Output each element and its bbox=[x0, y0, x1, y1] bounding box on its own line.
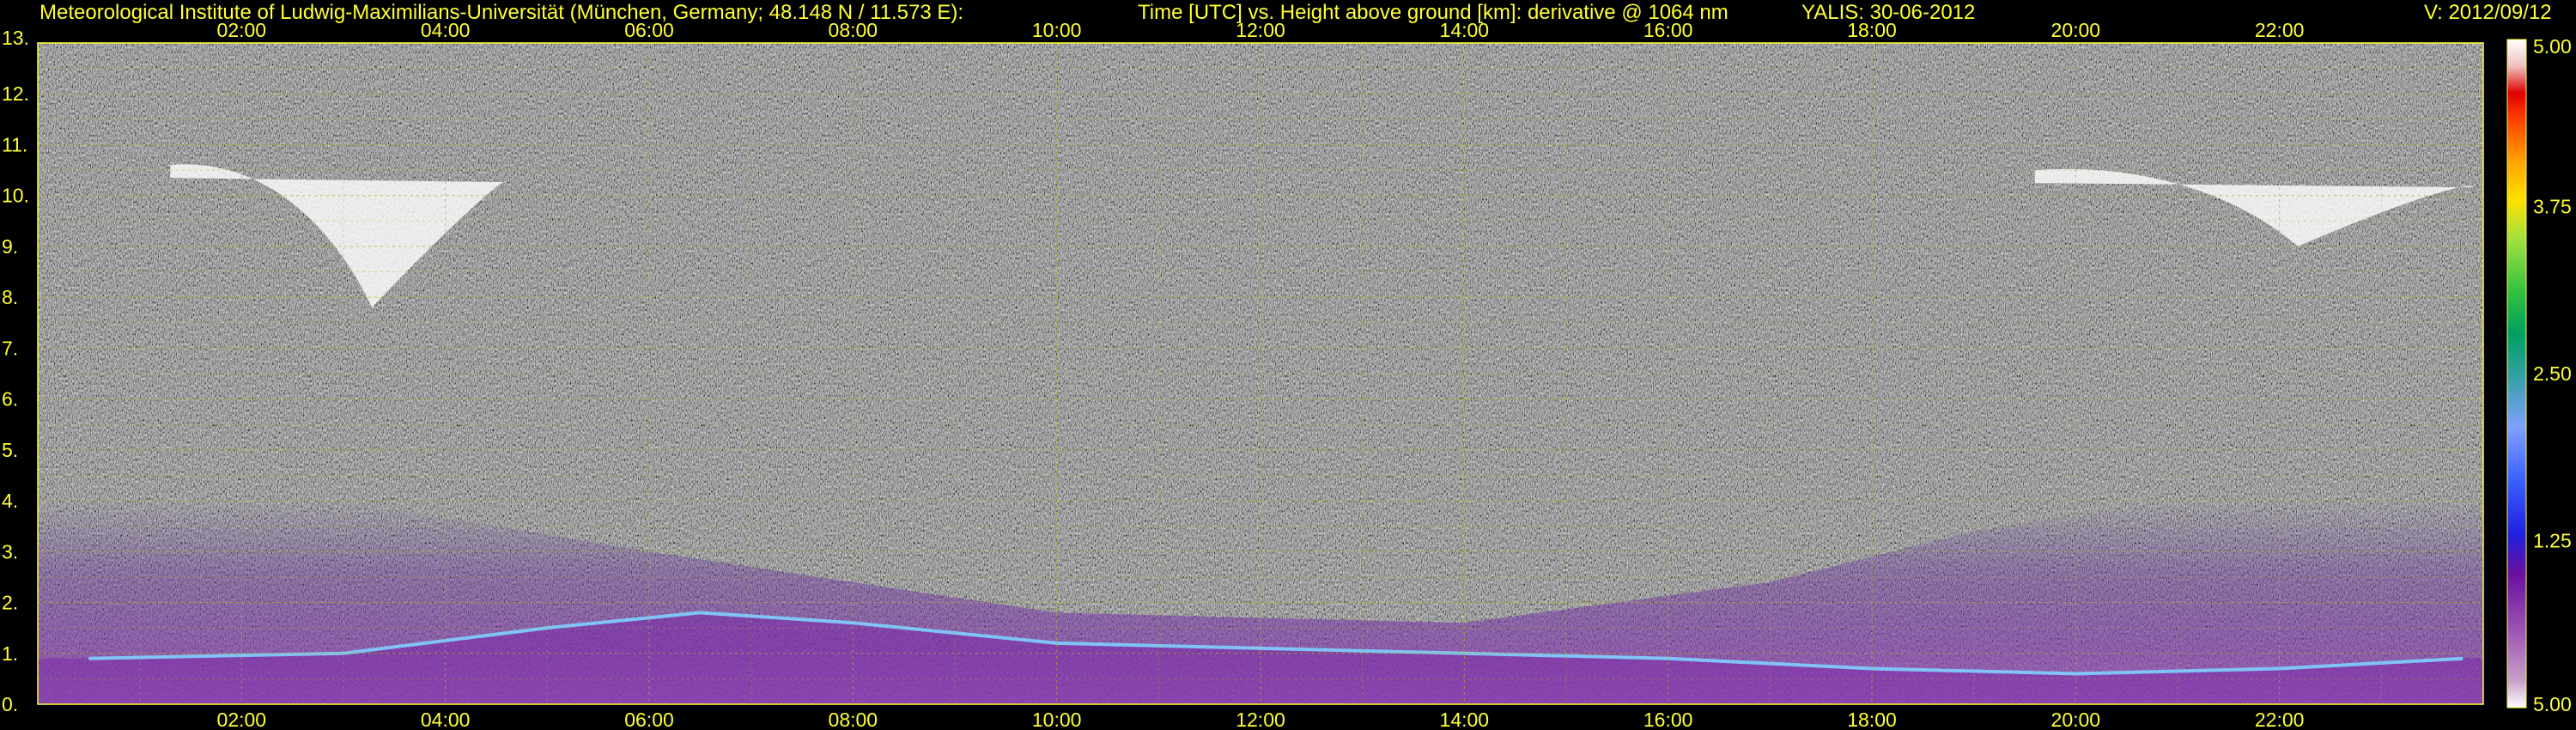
plot-area bbox=[38, 43, 2483, 704]
y-tick-label: 0. bbox=[2, 693, 18, 715]
x-tick-label-top: 18:00 bbox=[1847, 19, 1897, 41]
colorbar-tick-label: 2.50 bbox=[2533, 362, 2572, 385]
y-tick-label: 2. bbox=[2, 592, 18, 614]
x-tick-label-top: 22:00 bbox=[2255, 19, 2305, 41]
x-tick-label-bottom: 14:00 bbox=[1440, 709, 1490, 730]
y-tick-label: 10. bbox=[2, 185, 29, 207]
x-tick-label-bottom: 08:00 bbox=[829, 709, 878, 730]
x-tick-label-bottom: 18:00 bbox=[1847, 709, 1897, 730]
x-axis-bottom: 02:00 04:00 06:00 08:00 10:00 12:00 14:00 16:00… bbox=[217, 709, 2305, 730]
colorbar-tick-label: 3.75 bbox=[2533, 196, 2572, 218]
x-tick-label-bottom: 04:00 bbox=[421, 709, 471, 730]
x-tick-label-bottom: 10:00 bbox=[1032, 709, 1082, 730]
x-axis-top: 02:00 04:00 06:00 08:00 10:00 12:00 14:00 16:00… bbox=[217, 19, 2305, 41]
y-tick-label: 5. bbox=[2, 439, 18, 461]
colorbar-tick-label: 1.25 bbox=[2533, 530, 2572, 552]
y-tick-label: 7. bbox=[2, 337, 18, 359]
x-tick-label-top: 06:00 bbox=[624, 19, 674, 41]
colorbar-tick-label: 5.00 bbox=[2533, 35, 2572, 58]
x-tick-label-top: 04:00 bbox=[421, 19, 471, 41]
colorbar-scale bbox=[2506, 39, 2527, 709]
colorbar: 5.00 3.75 2.50 1.25 5.00 bbox=[2506, 35, 2572, 715]
x-tick-label-top: 10:00 bbox=[1032, 19, 1082, 41]
y-tick-label: 8. bbox=[2, 286, 18, 308]
x-tick-label-bottom: 12:00 bbox=[1236, 709, 1285, 730]
colorbar-ticks: 5.00 3.75 2.50 1.25 5.00 bbox=[2533, 35, 2572, 715]
x-tick-label-bottom: 20:00 bbox=[2051, 709, 2101, 730]
x-tick-label-top: 14:00 bbox=[1440, 19, 1490, 41]
x-tick-label-bottom: 16:00 bbox=[1643, 709, 1693, 730]
y-tick-label: 6. bbox=[2, 388, 18, 411]
y-tick-label: 1. bbox=[2, 642, 18, 665]
x-tick-label-top: 08:00 bbox=[829, 19, 878, 41]
colorbar-tick-label: 5.00 bbox=[2533, 693, 2572, 715]
x-tick-label-top: 02:00 bbox=[217, 19, 267, 41]
x-tick-label-top: 20:00 bbox=[2051, 19, 2101, 41]
y-tick-label: 4. bbox=[2, 490, 18, 512]
y-axis: 0. 1. 2. 3. 4. 5. 6. 7. 8. 9. 10. 11. 12. 13. bbox=[2, 27, 29, 715]
x-tick-label-bottom: 02:00 bbox=[217, 709, 267, 730]
x-tick-label-top: 16:00 bbox=[1643, 19, 1693, 41]
y-tick-label: 11. bbox=[2, 133, 27, 155]
x-tick-label-bottom: 22:00 bbox=[2255, 709, 2305, 730]
y-tick-label: 13. bbox=[2, 27, 29, 49]
y-tick-label: 9. bbox=[2, 235, 18, 258]
y-tick-label: 3. bbox=[2, 540, 18, 563]
y-tick-label: 12. bbox=[2, 82, 29, 105]
lidar-chart: 02:00 04:00 06:00 08:00 10:00 12:00 14:00 16:00… bbox=[2, 19, 2572, 730]
x-tick-label-top: 12:00 bbox=[1236, 19, 1285, 41]
x-tick-label-bottom: 06:00 bbox=[624, 709, 674, 730]
